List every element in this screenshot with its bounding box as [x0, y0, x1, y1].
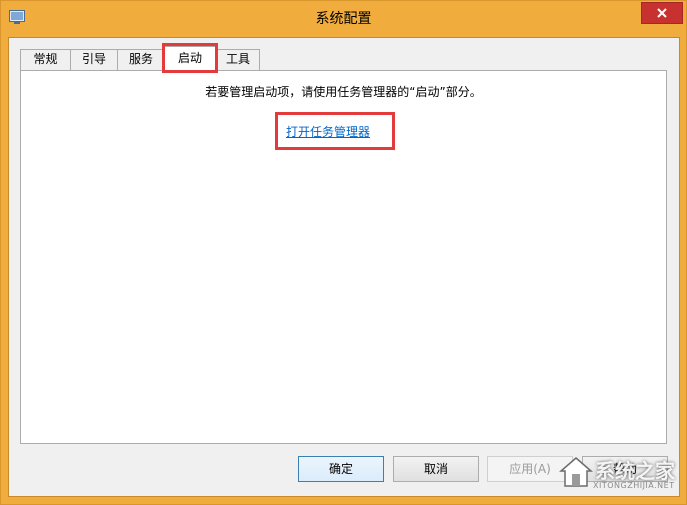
- startup-message: 若要管理启动项，请使用任务管理器的“启动”部分。: [205, 85, 482, 99]
- ok-button[interactable]: 确定: [298, 456, 384, 482]
- tab-services[interactable]: 服务: [117, 49, 165, 70]
- system-config-window: 系统配置 常规 引导 服务 启动 工具 若要管理启动项，请使用任务管理器的“启动…: [0, 0, 687, 505]
- tab-boot[interactable]: 引导: [70, 49, 118, 70]
- close-icon: [657, 8, 667, 18]
- title-bar[interactable]: 系统配置: [1, 1, 686, 37]
- cancel-button[interactable]: 取消: [393, 456, 479, 482]
- tab-general[interactable]: 常规: [20, 49, 71, 70]
- window-title: 系统配置: [315, 11, 372, 27]
- tab-startup[interactable]: 启动: [164, 46, 216, 72]
- tab-tools[interactable]: 工具: [216, 49, 260, 70]
- dialog-client-area: 常规 引导 服务 启动 工具 若要管理启动项，请使用任务管理器的“启动”部分。 …: [8, 37, 680, 497]
- open-task-manager-link[interactable]: 打开任务管理器: [286, 123, 370, 140]
- startup-tab-panel: 若要管理启动项，请使用任务管理器的“启动”部分。 打开任务管理器: [20, 70, 667, 444]
- close-button[interactable]: [641, 2, 683, 24]
- apply-button[interactable]: 应用(A): [487, 456, 573, 482]
- help-button[interactable]: 帮助: [582, 456, 668, 482]
